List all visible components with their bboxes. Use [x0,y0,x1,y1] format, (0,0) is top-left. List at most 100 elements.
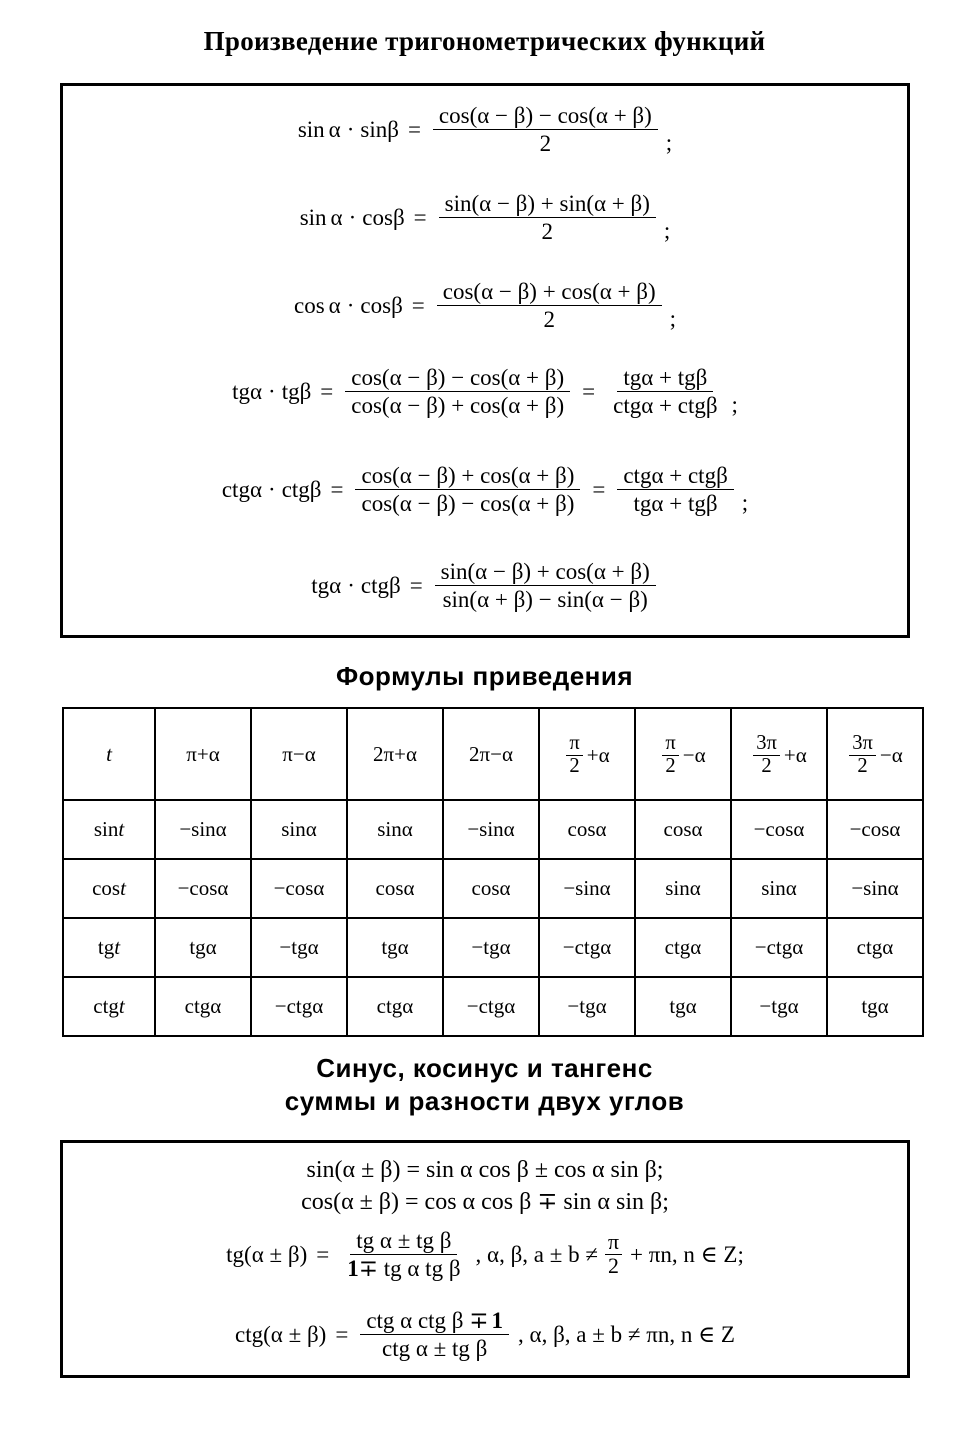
cell-value: tgα [669,994,697,1018]
cell-value: cosα [663,817,703,841]
table-cell: −cosα [826,799,924,860]
fraction-numerator: cos(α − β) + cos(α + β) [436,278,662,307]
fraction-denominator: ctgα + ctgβ [613,393,718,419]
terminator: ; [731,392,738,418]
beta-token: β [309,477,322,503]
minus-token: − [682,743,695,767]
cell-value: ctgα [184,994,222,1018]
cell-value: −cosα [273,876,325,900]
table-cell: tgα [826,976,924,1037]
sumdiff-formula-box: sin(α ± β) = sin α cos β ± cos α sin β; … [60,1140,910,1378]
row-label-cos: cos t [62,858,156,919]
fraction: cos(α − β) − cos(α + β) 2 [432,102,658,158]
fraction-numerator: tg α ± tg β [350,1227,458,1256]
cell-value: sinα [377,817,413,841]
cell-value: tgα [381,935,409,959]
terminator: ; [741,490,749,516]
table-cell: cosα [538,799,636,860]
table-cell: sinα [634,858,732,919]
fraction: sin(α − β) + sin(α + β) 2 [438,190,656,246]
table-cell: cosα [634,799,732,860]
table-cell: −sinα [154,799,252,860]
fraction-denominator: ctg α ± tg β [381,1336,488,1362]
formula-sin-cos-lhs: sin α · cos β [300,205,405,230]
bold-one: 1 [491,1308,504,1333]
table-cell: −ctgα [538,917,636,978]
formula-lhs: ctg(α ± β) [235,1322,327,1348]
row-label: tg t [98,935,120,960]
row-label-ctg: ctg t [62,976,156,1037]
table-cell: −cosα [730,799,828,860]
cell-value: −sinα [179,817,227,841]
alpha-token: α [330,205,343,231]
table-row-cos: cos t −cosα −cosα cosα cosα −sinα sinα si… [62,858,924,919]
three-pi-over-two-fraction: 3π 2 [849,733,876,777]
formula-tg-tg-lhs: tg α · tg β [232,379,311,404]
formula-cos-sum-diff: cos(α ± β) = cos α cos β ∓ sin α sin β; [301,1189,669,1215]
cell-value: −ctgα [274,994,324,1018]
denominator-rest: ∓ tg α tg β [358,1256,461,1282]
fraction-numerator: sin(α − β) + sin(α + β) [438,190,656,219]
table-cell: sinα [250,799,348,860]
reduction-formulas-table: t π+α π−α 2π+α 2π−α π 2 + α π 2 − α 3π 2… [62,707,924,1037]
fraction-numerator: cos(α − β) − cos(α + β) [345,364,571,393]
formula-tg-ctg: tg α · ctg β = sin(α − β) + cos(α + β) sin… [63,558,907,614]
fraction-denominator: 2 [608,1254,619,1279]
table-cell: ctgα [826,917,924,978]
cell-value: −ctgα [754,935,804,959]
tg-token: tg [311,573,330,599]
fraction-numerator: tgα + tgβ [617,364,714,393]
fraction-denominator: 2 [857,755,868,777]
condition: , α, β, a ± b ≠ πn, n ∈ Z [518,1322,735,1348]
fraction: tg α ± tg β 1∓ tg α tg β [341,1227,466,1283]
cell-value: tgα [189,935,217,959]
row-label-sin: sin t [62,799,156,860]
formula-tg-tg: tg α · tg β = cos(α − β) − cos(α + β) cos(… [63,364,907,420]
fraction-denominator: 2 [761,755,772,777]
formula-sin-cos: sin α · cos β = sin(α − β) + sin(α + β) 2 … [63,190,907,246]
cell-value: tgα [861,994,889,1018]
alpha-token: α [328,293,341,319]
table-cell: −ctgα [250,976,348,1037]
fraction-denominator: 1∓ tg α tg β [341,1255,466,1282]
plus-token: + [783,743,796,767]
table-cell: ctgα [634,917,732,978]
beta-token: β [387,117,399,143]
fraction-denominator: 2 [539,131,552,157]
pi-over-two-fraction: π 2 [605,1231,623,1279]
formula-cos-cos: cos α · cos β = cos(α − β) + cos(α + β) 2 … [63,278,907,334]
equals-token: = [316,1242,330,1268]
condition-suffix: + πn, n ∈ Z; [630,1242,744,1268]
cos-token: cos [360,293,392,319]
table-cell: −sinα [826,858,924,919]
fraction-numerator: ctgα + ctgβ [617,462,734,491]
fraction-denominator: 2 [665,755,676,777]
header-label: π 2 − α [660,733,706,777]
cell-value: −sinα [563,876,611,900]
row-label-tg: tg t [62,917,156,978]
fraction: cos(α − β) + cos(α + β) 2 [436,278,662,334]
beta-token: β [391,293,403,319]
cdot-token: · [348,205,357,231]
fraction-denominator: cos(α − β) − cos(α + β) [361,491,575,517]
alpha-token: α [694,743,706,767]
cdot-token: · [346,293,355,319]
cell-value: −sinα [467,817,515,841]
equals-token: = [320,379,334,405]
table-header-cell-halfpi-plus-a: π 2 + α [538,707,636,801]
tg-token: tg [97,935,115,959]
table-header-cell-3halfpi-minus-a: 3π 2 − α [826,707,924,801]
fraction: sin(α − β) + cos(α + β) sin(α + β) − sin… [434,558,656,614]
table-cell: −sinα [442,799,540,860]
condition-prefix: , α, β, a ± b ≠ [475,1242,598,1268]
cell-value: −tgα [471,935,511,959]
table-cell: ctgα [154,976,252,1037]
beta-token: β [388,573,401,599]
terminator: ; [665,130,673,156]
fraction-numerator: ctg α ctg β ∓ 1 [360,1307,510,1336]
cell-value: sinα [761,876,797,900]
sin-token: sin [93,817,119,841]
cell-value: −cosα [849,817,901,841]
formula-cos-cos-lhs: cos α · cos β [294,293,403,318]
header-label: t [106,741,112,766]
